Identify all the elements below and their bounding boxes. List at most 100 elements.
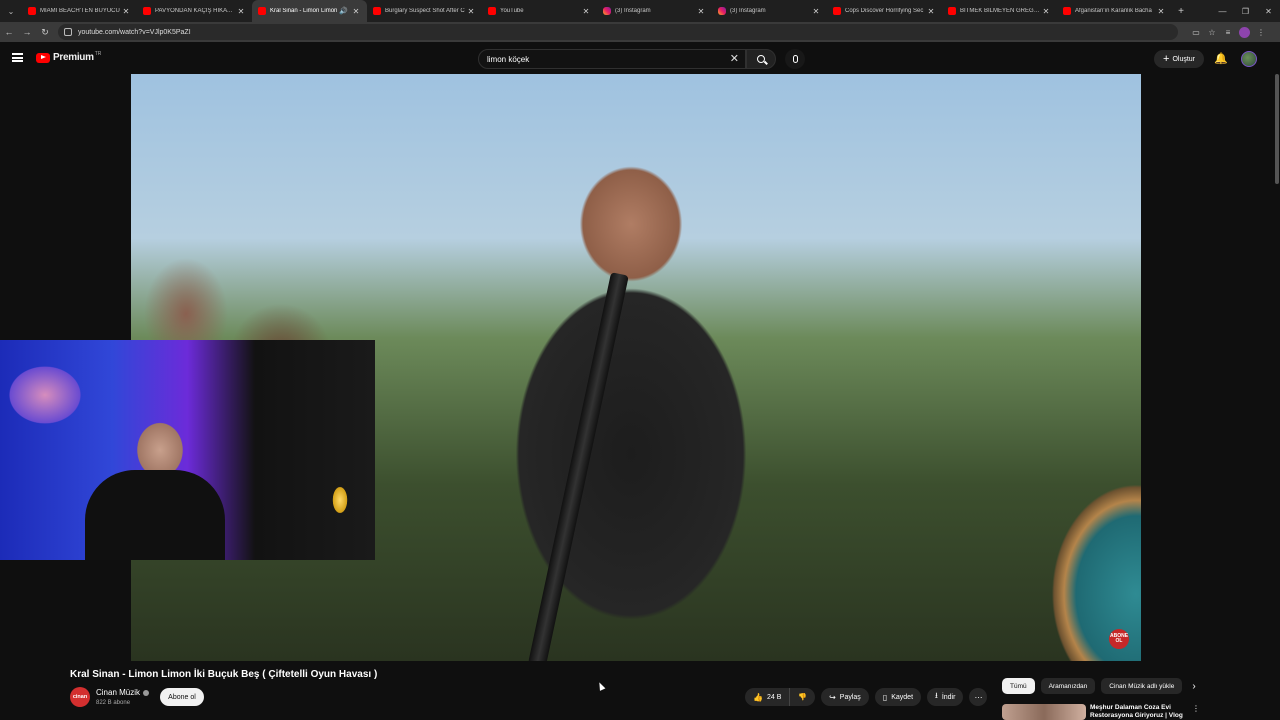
channel-name[interactable]: Cinan Müzik [96,688,150,697]
forward-icon[interactable]: → [18,27,36,37]
close-tab-icon[interactable]: ✕ [121,7,131,16]
youtube-icon [28,7,36,15]
close-window-icon[interactable]: ✕ [1257,7,1280,16]
clear-search-icon[interactable]: ✕ [730,52,739,65]
back-icon[interactable]: ← [0,27,18,37]
close-tab-icon[interactable]: ✕ [811,7,821,16]
recommended-video[interactable]: Meşhur Dalaman Coza Evi Restorasyona Gir… [1002,704,1202,720]
subscriber-count: 822 B abone [96,700,131,706]
browser-tab[interactable]: PAVYONDAN KAÇIŞ HİKAYESİ ✕ [137,0,252,22]
browser-tab[interactable]: Kral Sinan - Limon Limon 🔊 ✕ [252,0,367,22]
browser-tab[interactable]: (3) Instagram ✕ [712,0,827,22]
address-bar: ← → ↻ youtube.com/watch?v=VJlp0K5PaZI ▭ … [0,22,1280,42]
reload-icon[interactable]: ↻ [36,27,54,38]
more-actions-icon[interactable]: ⋯ [969,688,988,706]
browser-tab[interactable]: BİTMEK BİLMEYEN GREG FLE ✕ [942,0,1057,22]
video-frame-clarinet [528,272,629,661]
create-label: Oluştur [1172,55,1195,63]
search-value: limon köçek [487,54,530,64]
account-avatar[interactable] [1241,51,1257,67]
thumbs-down-icon: 👎 [798,694,808,701]
share-icon: ↪ [829,692,836,702]
close-tab-icon[interactable]: ✕ [351,7,361,16]
dislike-button[interactable]: 👎 [790,688,816,706]
microphone-icon [792,55,798,63]
chip-from-search[interactable]: Aramanızdan [1040,678,1096,694]
speaker-icon[interactable]: 🔊 [339,7,348,15]
profile-avatar[interactable] [1239,26,1250,38]
tab-title: MİAMİ BEACH'TEN BÜYÜCÜ [40,8,120,14]
subscribe-watermark[interactable]: ABONE OL [1109,629,1129,649]
share-button[interactable]: ↪ Paylaş [821,688,869,706]
close-tab-icon[interactable]: ✕ [696,7,706,16]
minimize-icon[interactable]: — [1211,7,1234,16]
voice-search-button[interactable] [785,49,805,69]
browser-tab[interactable]: Cops Discover Horrifying Sec ✕ [827,0,942,22]
channel-name-text: Cinan Müzik [96,688,141,697]
youtube-icon [488,7,496,15]
search-input[interactable]: limon köçek ✕ [478,49,746,69]
tab-title: BİTMEK BİLMEYEN GREG FLE [960,8,1041,14]
search-icon [757,55,765,63]
video-info: Kral Sinan - Limon Limon İki Buçuk Beş (… [0,661,1280,720]
scrollbar-thumb[interactable] [1275,74,1279,184]
new-tab-button[interactable]: + [1172,6,1190,17]
download-button[interactable]: ⭳ İndir [927,688,964,706]
youtube-icon [833,7,841,15]
restore-icon[interactable]: ❐ [1234,7,1257,16]
like-dislike-group: 👍 24 B 👎 [745,688,816,706]
like-button[interactable]: 👍 24 B [745,688,791,706]
notifications-bell-icon[interactable]: 🔔 [1214,52,1228,65]
site-info-icon[interactable] [64,28,72,36]
video-title: Kral Sinan - Limon Limon İki Buçuk Beş (… [70,669,378,680]
tab-search-icon[interactable]: ⌄ [0,0,22,22]
browser-tab[interactable]: (3) Instagram ✕ [597,0,712,22]
subscribe-button[interactable]: Abone ol [160,688,204,706]
tab-title: PAVYONDAN KAÇIŞ HİKAYESİ [155,8,236,14]
browser-menu-icon[interactable]: ⋮ [1253,28,1269,37]
instagram-icon [718,7,726,15]
youtube-icon [143,7,151,15]
close-tab-icon[interactable]: ✕ [1156,7,1166,16]
browser-tab[interactable]: YouTube ✕ [482,0,597,22]
chevron-right-icon[interactable]: › [1192,681,1195,692]
youtube-logo[interactable]: Premium TR [36,51,101,63]
recommended-menu-icon[interactable]: ⋮ [1192,704,1200,720]
verified-icon [143,689,150,696]
plus-icon: + [1163,53,1170,65]
page-scrollbar[interactable] [1274,74,1280,254]
chip-all[interactable]: Tümü [1002,678,1035,694]
close-tab-icon[interactable]: ✕ [1041,7,1051,16]
close-tab-icon[interactable]: ✕ [926,7,936,16]
url-text: youtube.com/watch?v=VJlp0K5PaZI [78,28,191,36]
browser-tab-bar: ⌄ MİAMİ BEACH'TEN BÜYÜCÜ ✕ PAVYONDAN KAÇIŞ… [0,0,1280,22]
like-count: 24 B [766,693,782,701]
bookmark-star-icon[interactable]: ☆ [1204,28,1220,37]
youtube-play-icon [36,52,50,63]
brand-label: Premium [53,52,94,63]
close-tab-icon[interactable]: ✕ [236,7,246,16]
download-icon: ⭳ [935,691,938,700]
streamer-silhouette [85,470,225,560]
chip-channel-uploads[interactable]: Cinan Müzik adlı yükle [1101,678,1183,694]
channel-avatar[interactable]: cinan [70,687,90,707]
recommended-thumbnail[interactable] [1002,704,1086,720]
browser-tab[interactable]: MİAMİ BEACH'TEN BÜYÜCÜ ✕ [22,0,137,22]
save-button[interactable]: ▯ Kaydet [874,688,922,706]
thumbs-up-icon: 👍 [753,692,763,702]
url-field[interactable]: youtube.com/watch?v=VJlp0K5PaZI [58,24,1178,40]
extensions-icon[interactable]: ≡ [1220,28,1236,37]
create-button[interactable]: + Oluştur [1154,50,1204,68]
webcam-overlay [0,340,375,560]
instagram-icon [603,7,611,15]
menu-icon[interactable] [12,53,23,62]
recommendation-filter-chips: Tümü Aramanızdan Cinan Müzik adlı yükle … [1002,678,1196,694]
cast-icon[interactable]: ▭ [1188,28,1204,37]
search-button[interactable] [746,49,776,69]
close-tab-icon[interactable]: ✕ [581,7,591,16]
recommended-title[interactable]: Meşhur Dalaman Coza Evi Restorasyona Gir… [1090,704,1190,720]
browser-tab[interactable]: Burglary Suspect Shot After C ✕ [367,0,482,22]
browser-tab[interactable]: Afganistan'ın Karanlık Bacha ✕ [1057,0,1172,22]
mouse-cursor [596,681,606,691]
close-tab-icon[interactable]: ✕ [466,7,476,16]
